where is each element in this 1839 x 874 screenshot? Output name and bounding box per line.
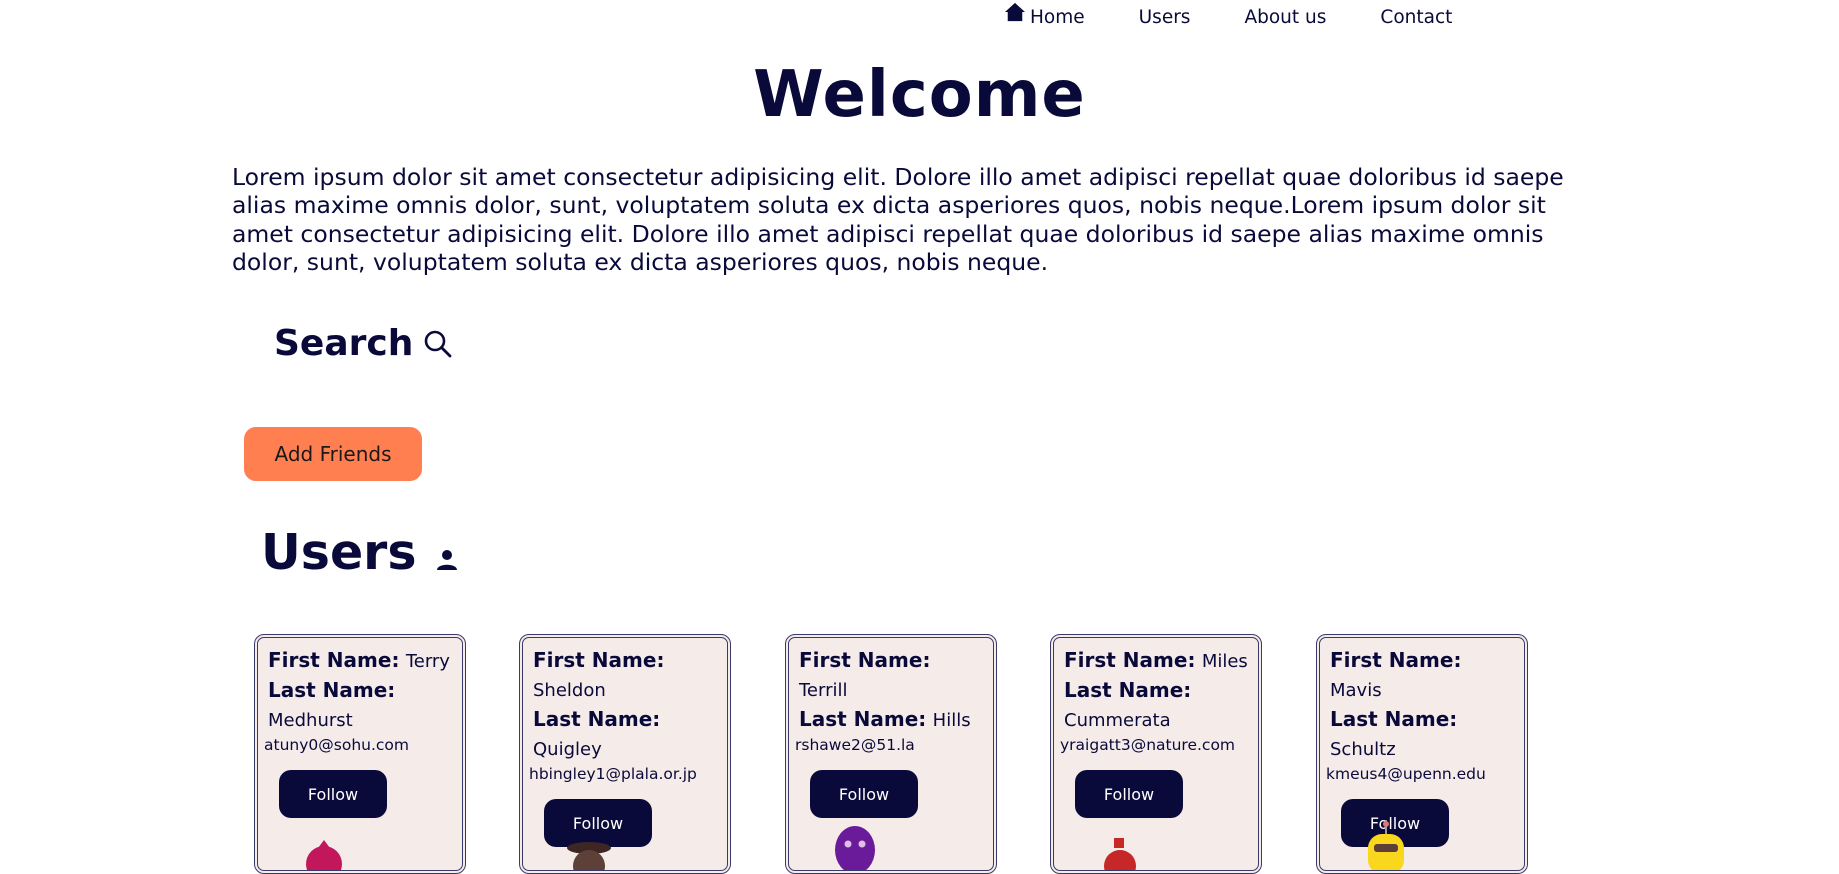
- nav-home-label: Home: [1030, 6, 1085, 28]
- home-icon: [1005, 2, 1025, 22]
- first-name-label: First Name:: [1064, 648, 1196, 672]
- avatar: [1368, 820, 1404, 870]
- user-card: First Name: Terry Last Name: Medhurst at…: [254, 634, 466, 874]
- first-name-label: First Name:: [799, 648, 931, 672]
- top-nav: Home Users About us Contact: [1004, 0, 1452, 34]
- user-card: First Name: Sheldon Last Name: Quigley h…: [519, 634, 731, 874]
- search-label: Search: [274, 323, 414, 364]
- last-name-value: Quigley: [533, 739, 602, 760]
- first-name-value: Terry: [405, 651, 450, 672]
- email-text: yraigatt3@nature.com: [1060, 736, 1236, 754]
- last-name-value: Medhurst: [268, 710, 353, 731]
- intro-text: Lorem ipsum dolor sit amet consectetur a…: [232, 163, 1564, 277]
- search-icon[interactable]: [423, 329, 453, 359]
- first-name-value: Sheldon: [533, 680, 606, 701]
- first-name-value: Miles: [1201, 651, 1248, 672]
- nav-contact-link[interactable]: Contact: [1380, 7, 1452, 28]
- users-title: Users: [261, 524, 417, 581]
- email-text: kmeus4@upenn.edu: [1326, 765, 1486, 783]
- follow-button[interactable]: Follow: [279, 770, 387, 818]
- email-text: rshawe2@51.la: [795, 736, 915, 754]
- nav-about-link[interactable]: About us: [1244, 7, 1326, 28]
- user-card: First Name: Miles Last Name: Cummerata y…: [1050, 634, 1262, 874]
- avatar: [567, 842, 611, 870]
- last-name-value: Hills: [932, 710, 971, 731]
- last-name-label: Last Name:: [799, 707, 927, 731]
- page-title: Welcome: [753, 58, 1086, 132]
- follow-button[interactable]: Follow: [1075, 770, 1183, 818]
- follow-button[interactable]: Follow: [810, 770, 918, 818]
- last-name-value: Cummerata: [1064, 710, 1171, 731]
- avatar: [835, 826, 875, 870]
- user-card: First Name: Terrill Last Name: Hills rsh…: [785, 634, 997, 874]
- users-heading: Users: [261, 524, 459, 581]
- last-name-value: Schultz: [1330, 739, 1396, 760]
- first-name-value: Mavis: [1330, 680, 1382, 701]
- add-friends-button[interactable]: Add Friends: [244, 427, 422, 481]
- email-text: atuny0@sohu.com: [264, 736, 409, 754]
- first-name-label: First Name:: [268, 648, 400, 672]
- last-name-label: Last Name:: [1064, 678, 1192, 702]
- last-name-label: Last Name:: [1330, 707, 1458, 731]
- avatar: [306, 840, 342, 870]
- nav-users-link[interactable]: Users: [1139, 7, 1191, 28]
- first-name-label: First Name:: [1330, 648, 1462, 672]
- first-name-label: First Name:: [533, 648, 665, 672]
- avatar: [1104, 838, 1136, 870]
- email-text: hbingley1@plala.or.jp: [529, 765, 697, 783]
- last-name-label: Last Name:: [533, 707, 661, 731]
- search-section[interactable]: Search: [274, 323, 453, 364]
- nav-home-link[interactable]: Home: [1004, 2, 1085, 28]
- user-icon: [436, 549, 457, 570]
- user-card: First Name: Mavis Last Name: Schultz kme…: [1316, 634, 1528, 874]
- last-name-label: Last Name:: [268, 678, 396, 702]
- first-name-value: Terrill: [799, 680, 848, 701]
